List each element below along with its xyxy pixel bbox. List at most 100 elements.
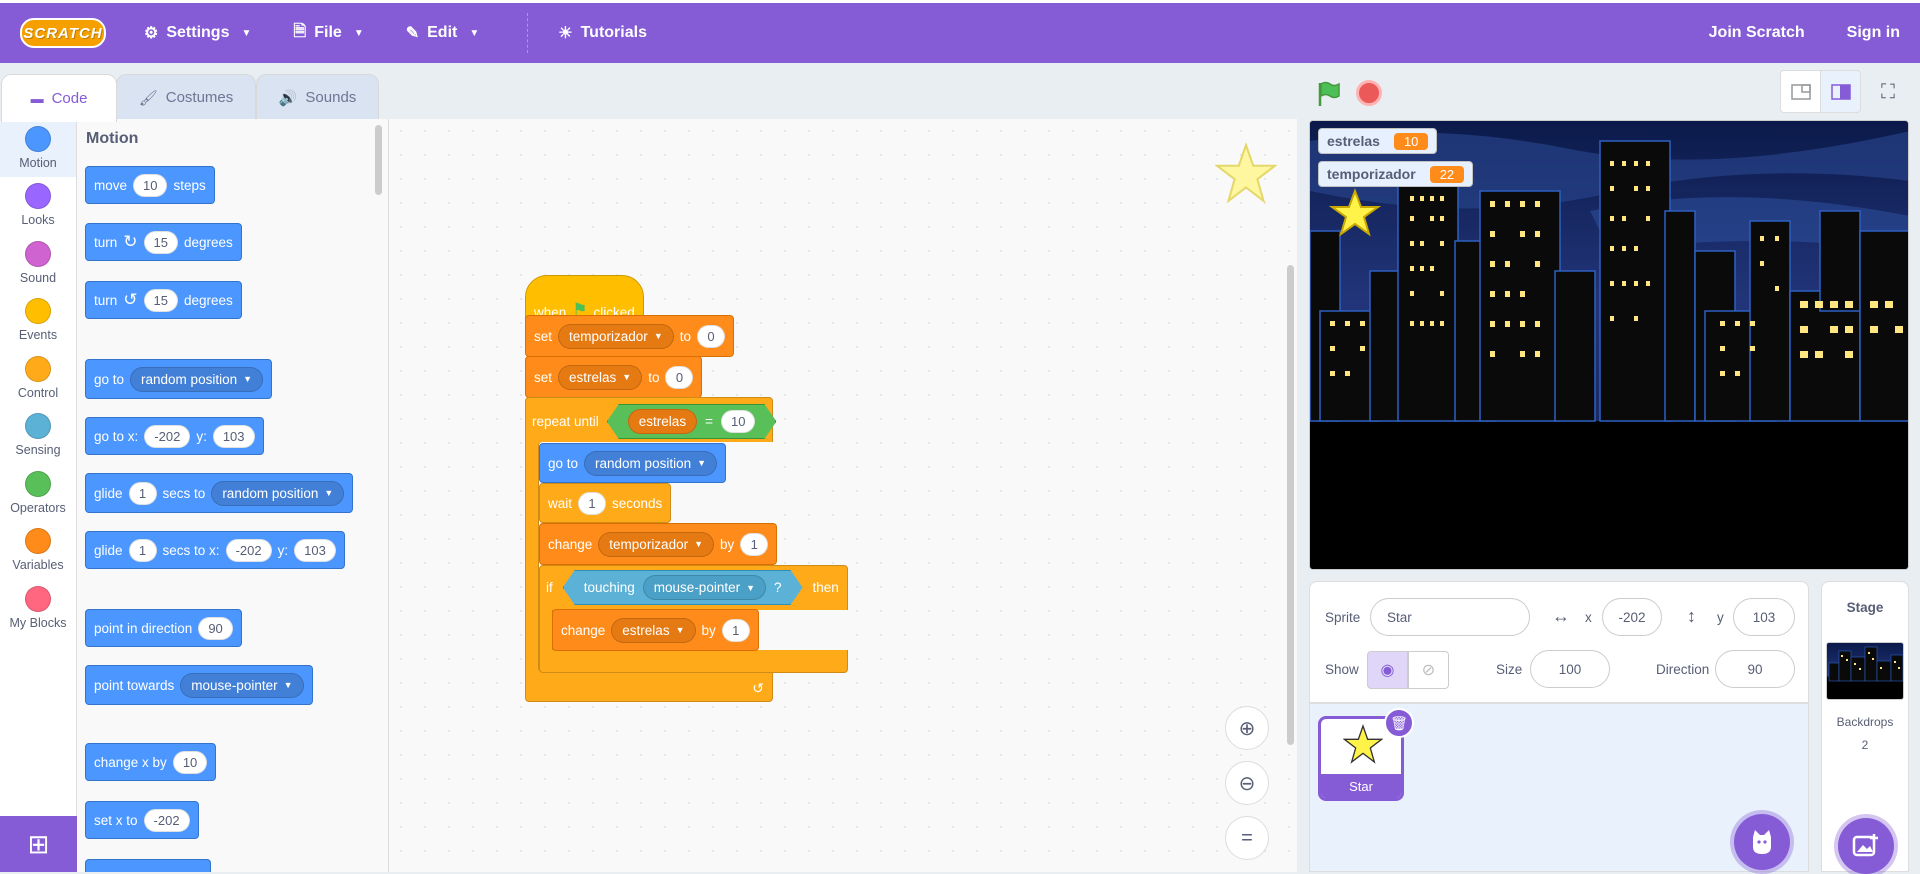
zoom-reset-button[interactable]: = — [1225, 816, 1269, 860]
category-operators[interactable]: Operators — [0, 464, 76, 522]
show-sprite-button[interactable]: ◉ — [1367, 651, 1408, 689]
join-scratch-link[interactable]: Join Scratch — [1709, 24, 1805, 42]
stage-canvas[interactable]: estrelas 10 temporizador 22 — [1309, 120, 1909, 570]
block-number-input[interactable]: 1 — [128, 538, 157, 562]
block-turn-left[interactable]: turn ↺ 15 degrees — [85, 281, 242, 319]
block-number-input[interactable]: 10 — [133, 173, 168, 197]
stage-selector-panel[interactable]: Stage Backdrops 2 — [1821, 581, 1909, 874]
category-sound[interactable]: Sound — [0, 234, 76, 292]
block-number-input[interactable]: 103 — [294, 538, 336, 562]
block-number-input[interactable]: 0 — [665, 365, 694, 389]
block-glide-to-xy[interactable]: glide 1 secs to x: -202 y: 103 — [85, 531, 345, 569]
choose-backdrop-button[interactable] — [1838, 818, 1894, 874]
block-number-input[interactable]: 15 — [143, 288, 178, 312]
variable-reporter[interactable]: estrelas — [628, 409, 697, 434]
block-go-to[interactable]: go to random position ▼ — [539, 443, 727, 483]
block-text: secs to x: — [162, 542, 220, 558]
variable-dropdown[interactable]: temporizador ▼ — [598, 531, 715, 557]
block-number-input[interactable]: 1 — [740, 532, 769, 556]
category-motion[interactable]: Motion — [0, 119, 76, 177]
variable-dropdown[interactable]: estrelas ▼ — [611, 617, 696, 643]
block-number-input[interactable]: -202 — [144, 424, 191, 448]
size-input[interactable]: 100 — [1530, 650, 1610, 688]
block-change-x-by[interactable]: change x by 10 — [85, 743, 217, 781]
block-go-to[interactable]: go to random position ▼ — [85, 359, 273, 399]
block-text: turn — [94, 292, 118, 308]
block-number-input[interactable]: -202 — [143, 808, 190, 832]
sprite-name-input[interactable]: Star — [1370, 598, 1530, 636]
tab-code[interactable]: ▬ Code — [1, 74, 117, 122]
sign-in-link[interactable]: Sign in — [1847, 24, 1900, 42]
block-number-input[interactable]: 90 — [198, 616, 233, 640]
zoom-out-button[interactable]: ⊖ — [1225, 761, 1269, 805]
code-workspace[interactable]: when ⚑ clicked set temporizador ▼ to 0 se… — [389, 119, 1297, 872]
delete-sprite-button[interactable]: 🗑 — [1384, 708, 1414, 738]
add-extension-button[interactable]: ⊞ — [0, 816, 77, 872]
zoom-in-button[interactable]: ⊕ — [1225, 706, 1269, 750]
block-number-input[interactable]: 1 — [721, 618, 750, 642]
block-number-input[interactable]: 103 — [212, 424, 255, 448]
block-set-x-to[interactable]: set x to -202 — [85, 801, 199, 839]
block-change-y-by[interactable] — [85, 859, 211, 872]
block-number-input[interactable]: 10 — [721, 410, 755, 433]
block-move-steps[interactable]: move 10 steps — [85, 166, 215, 204]
tab-sounds[interactable]: 🔊 Sounds — [256, 74, 379, 120]
workspace-scrollbar[interactable] — [1287, 265, 1294, 745]
block-number-input[interactable]: 15 — [143, 230, 178, 254]
category-sensing[interactable]: Sensing — [0, 407, 76, 465]
tab-costumes[interactable]: 🖌 Costumes — [116, 74, 256, 120]
block-change-variable[interactable]: change estrelas ▼ by 1 — [552, 609, 759, 651]
tutorials-button[interactable]: ☀ Tutorials — [558, 3, 647, 63]
category-events[interactable]: Events — [0, 292, 76, 350]
category-my-blocks[interactable]: My Blocks — [0, 579, 76, 637]
block-go-to-xy[interactable]: go to x: -202 y: 103 — [85, 417, 264, 455]
stop-button[interactable] — [1356, 80, 1382, 106]
category-control[interactable]: Control — [0, 349, 76, 407]
block-set-variable[interactable]: set estrelas ▼ to 0 — [525, 356, 703, 398]
block-turn-right[interactable]: turn ↻ 15 degrees — [85, 223, 242, 261]
direction-input[interactable]: 90 — [1715, 650, 1795, 688]
block-set-variable[interactable]: set temporizador ▼ to 0 — [525, 315, 734, 357]
block-number-input[interactable]: -202 — [225, 538, 272, 562]
block-number-input[interactable]: 1 — [128, 481, 157, 505]
block-number-input[interactable]: 0 — [697, 324, 725, 348]
block-point-towards[interactable]: point towards mouse-pointer ▼ — [85, 665, 313, 705]
block-glide-to[interactable]: glide 1 secs to random position ▼ — [85, 473, 354, 513]
city-night-backdrop — [1310, 121, 1908, 569]
green-flag-button[interactable] — [1315, 80, 1343, 108]
glide-target-dropdown[interactable]: random position ▼ — [211, 480, 345, 506]
large-stage-button[interactable] — [1820, 70, 1861, 113]
variable-dropdown[interactable]: estrelas ▼ — [558, 364, 643, 390]
point-towards-dropdown[interactable]: mouse-pointer ▼ — [180, 672, 304, 698]
touching-sensing-block[interactable]: touching mouse-pointer ▼ ? — [563, 570, 803, 605]
category-variables[interactable]: Variables — [0, 522, 76, 580]
palette-scrollbar[interactable] — [375, 125, 382, 195]
scratch-logo[interactable]: SCRATCH — [20, 18, 106, 48]
choose-sprite-button[interactable] — [1734, 814, 1790, 870]
chevron-down-icon: ▼ — [653, 331, 663, 341]
operator-equals-block[interactable]: estrelas = 10 — [607, 404, 777, 439]
block-wait-seconds[interactable]: wait 1 seconds — [539, 483, 672, 523]
settings-menu[interactable]: ⚙ Settings ▼ — [144, 3, 251, 63]
block-number-input[interactable]: 1 — [578, 491, 607, 515]
backdrop-thumbnail[interactable] — [1826, 642, 1904, 700]
go-to-target-dropdown[interactable]: random position ▼ — [584, 450, 718, 476]
edit-menu[interactable]: ✎ Edit ▼ — [406, 3, 480, 63]
block-point-in-direction[interactable]: point in direction 90 — [85, 609, 242, 647]
go-to-target-dropdown[interactable]: random position ▼ — [130, 366, 264, 392]
hide-sprite-button[interactable]: ⊘ — [1408, 651, 1449, 689]
fullscreen-button[interactable]: ⛶ — [1868, 80, 1908, 104]
file-menu[interactable]: 🗎 File ▼ — [293, 3, 363, 63]
block-number-input[interactable]: 10 — [172, 750, 208, 774]
category-color-dot — [25, 585, 51, 612]
equals-icon: = — [1241, 826, 1253, 849]
variable-dropdown[interactable]: temporizador ▼ — [558, 323, 674, 349]
touching-target-dropdown[interactable]: mouse-pointer ▼ — [643, 575, 766, 600]
block-change-variable[interactable]: change temporizador ▼ by 1 — [539, 523, 778, 565]
x-position-input[interactable]: -202 — [1602, 598, 1662, 636]
y-position-input[interactable]: 103 — [1733, 598, 1795, 636]
block-text: move — [94, 177, 128, 193]
category-label: Motion — [19, 155, 57, 170]
category-looks[interactable]: Looks — [0, 177, 76, 235]
small-stage-button[interactable] — [1780, 70, 1821, 113]
